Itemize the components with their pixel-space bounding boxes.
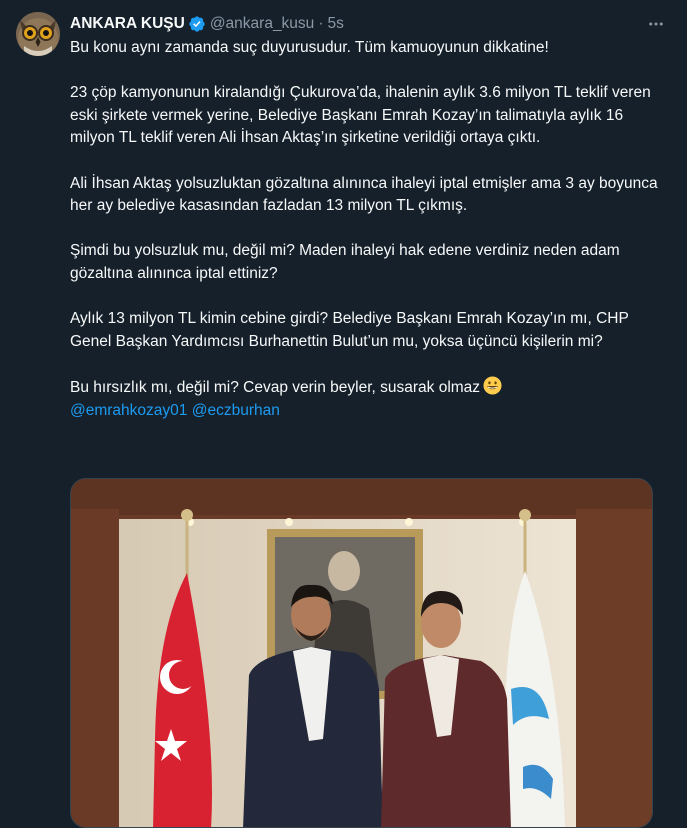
author-handle[interactable]: @ankara_kusu — [210, 15, 315, 33]
tweet-paragraph: Bu konu aynı zamanda suç duyurusudur. Tü… — [70, 39, 549, 56]
tweet-timestamp[interactable]: 5s — [327, 15, 343, 33]
tweet-paragraph: Ali İhsan Aktaş yolsuzluktan gözaltına a… — [70, 174, 658, 215]
tweet-text: Bu konu aynı zamanda suç duyurusudur. Tü… — [70, 37, 670, 422]
tweet-paragraph-text: Bu hırsızlık mı, değil mi? Cevap verin b… — [70, 378, 481, 396]
tweet-paragraph-last: Bu hırsızlık mı, değil mi? Cevap verin b… — [70, 376, 670, 422]
tweet-paragraph: 23 çöp kamyonunun kiralandığı Çukurova’d… — [70, 84, 651, 147]
avatar[interactable] — [16, 12, 60, 56]
owl-avatar-icon — [16, 12, 60, 56]
mention-link[interactable]: @emrahkozay01 — [70, 402, 187, 419]
author-name[interactable]: ANKARA KUŞU — [70, 15, 185, 33]
tweet[interactable]: ANKARA KUŞU @ankara_kusu · 5s Bu konu ay… — [0, 0, 687, 828]
verified-badge-icon[interactable] — [188, 15, 206, 33]
photo-two-men-with-flags — [71, 479, 652, 827]
tweet-paragraph: Aylık 13 milyon TL kimin cebine girdi? B… — [70, 310, 629, 350]
separator-dot: · — [318, 15, 324, 32]
tweet-photo[interactable] — [70, 478, 653, 828]
tweet-header: ANKARA KUŞU @ankara_kusu · 5s — [70, 13, 667, 35]
mention-link[interactable]: @eczburhan — [192, 402, 280, 419]
grinning-face-emoji — [483, 376, 502, 395]
tweet-paragraph: Şimdi bu yolsuzluk mu, değil mi? Maden i… — [70, 242, 620, 282]
more-options-icon[interactable] — [645, 13, 667, 35]
